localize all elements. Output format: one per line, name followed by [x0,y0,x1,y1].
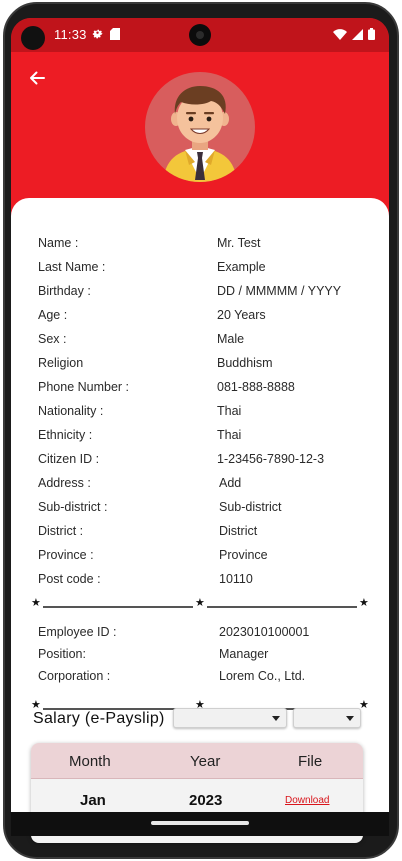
employee-value: 2023010100001 [219,625,310,639]
profile-row-sub-district: Sub-district : Sub-district [38,500,378,520]
profile-row-nationality: Nationality : Thai [38,404,378,424]
profile-row-name: Name : Mr. Test [38,236,378,256]
divider-star-icon: ★ [195,597,205,609]
profile-row-citizen-id: Citizen ID : 1-23456-7890-12-3 [38,452,378,472]
profile-label: Name : [38,236,79,250]
status-left-icons [91,27,120,40]
status-bar: 11:33 [11,18,389,52]
profile-value: 20 Years [217,308,266,322]
profile-label: Post code : [38,572,101,586]
employee-row-id: Employee ID : 2023010100001 [38,625,378,645]
employee-value: Manager [219,647,269,661]
profile-label: Sex : [38,332,67,346]
cell-month: Jan [80,792,106,809]
header-year: Year [190,753,221,770]
employee-row-corporation: Corporation : Lorem Co., Ltd. [38,669,378,689]
profile-value: 081-888-8888 [217,380,295,394]
profile-label: Birthday : [38,284,91,298]
dropdown-caret-icon [346,716,354,721]
signal-icon [352,28,363,40]
profile-row-province: Province : Province [38,548,378,568]
year-select[interactable] [293,708,361,728]
profile-label: Age : [38,308,68,322]
profile-value: DD / MMMMM / YYYY [217,284,342,298]
dropdown-caret-icon [272,716,280,721]
profile-row-sex: Sex : Male [38,332,378,352]
profile-row-ethnicity: Ethnicity : Thai [38,428,378,448]
profile-label: Citizen ID : [38,452,100,466]
profile-value: Thai [217,428,242,442]
front-camera [189,24,211,46]
profile-value: Example [217,260,266,274]
divider-line [43,606,193,608]
profile-label: Sub-district : [38,500,108,514]
divider-star-icon: ★ [359,597,369,609]
profile-label: District : [38,524,84,538]
profile-label: Religion [38,356,84,370]
header-month: Month [69,753,111,770]
avatar [145,72,255,182]
profile-value: District [219,524,258,538]
profile-value: Sub-district [219,500,282,514]
user-avatar-illustration [163,86,237,182]
gesture-nav-bar [11,812,389,836]
payslip-table-header: Month Year File [31,743,363,779]
profile-label: Last Name : [38,260,106,274]
profile-label: Phone Number : [38,380,130,394]
divider-star-icon: ★ [31,699,41,711]
section-divider: ★ ★ ★ [31,598,369,612]
settings-gear-icon [92,29,103,39]
employee-label: Employee ID : [38,625,117,639]
cell-year: 2023 [189,792,223,809]
profile-value: Add [219,476,242,490]
profile-row-last-name: Last Name : Example [38,260,378,280]
device-frame: 11:33 Name: Mr. Test Last Name: Exampl… [0,0,402,861]
back-arrow-icon[interactable] [27,68,47,88]
profile-value: Province [219,548,268,562]
employee-label: Position: [38,647,86,661]
download-link[interactable]: Download [285,795,329,806]
profile-value: Thai [217,404,242,418]
status-right-icons [333,28,375,40]
wifi-icon [333,28,347,40]
profile-value: 10110 [219,572,253,586]
profile-value: Male [217,332,245,346]
profile-label: Address : [38,476,91,490]
home-indicator[interactable] [151,821,249,825]
salary-title: Salary (e-Payslip) [33,710,165,727]
profile-card: Name : Mr. Test Last Name : Example Birt… [11,198,389,836]
month-select[interactable] [173,708,287,728]
profile-row-phone: Phone Number : 081-888-8888 [38,380,378,400]
sd-card-icon [110,27,120,40]
employee-value: Lorem Co., Ltd. [219,669,306,683]
employee-label: Corporation : [38,669,111,683]
profile-row-address: Address : Add [38,476,378,496]
front-sensor [21,26,45,50]
profile-label: Ethnicity : [38,428,93,442]
profile-row-age: Age : 20 Years [38,308,378,328]
profile-label: Nationality : [38,404,104,418]
profile-value: Buddhism [217,356,273,370]
profile-row-birthday: Birthday : DD / MMMMM / YYYY [38,284,378,304]
profile-value: 1-23456-7890-12-3 [217,452,325,466]
battery-icon [368,28,375,40]
divider-line [207,606,357,608]
status-time: 11:33 [54,27,87,42]
profile-label: Province : [38,548,94,562]
profile-row-religion: Religion Buddhism [38,356,378,376]
profile-row-district: District : District [38,524,378,544]
profile-row-post-code: Post code : 10110 [38,572,378,592]
divider-star-icon: ★ [31,597,41,609]
header-file: File [298,753,323,770]
employee-row-position: Position: Manager [38,647,378,667]
profile-value: Mr. Test [217,236,261,250]
